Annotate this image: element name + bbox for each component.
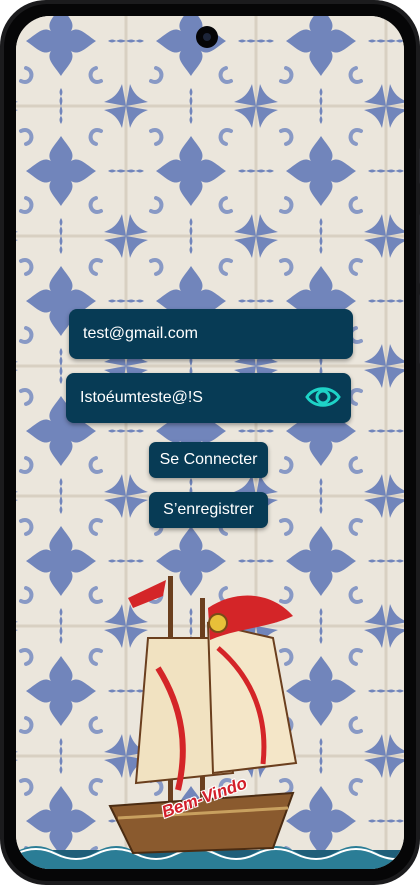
front-camera <box>196 26 218 48</box>
portugal-flag-icon <box>208 613 228 633</box>
login-button[interactable]: Se Connecter <box>149 442 268 478</box>
password-input[interactable] <box>80 373 280 423</box>
eye-icon[interactable] <box>305 382 341 412</box>
password-field[interactable] <box>66 373 351 423</box>
email-field[interactable] <box>69 309 353 359</box>
sailing-ship <box>108 576 298 855</box>
email-input[interactable] <box>83 309 311 359</box>
register-button[interactable]: S’enregistrer <box>149 492 268 528</box>
